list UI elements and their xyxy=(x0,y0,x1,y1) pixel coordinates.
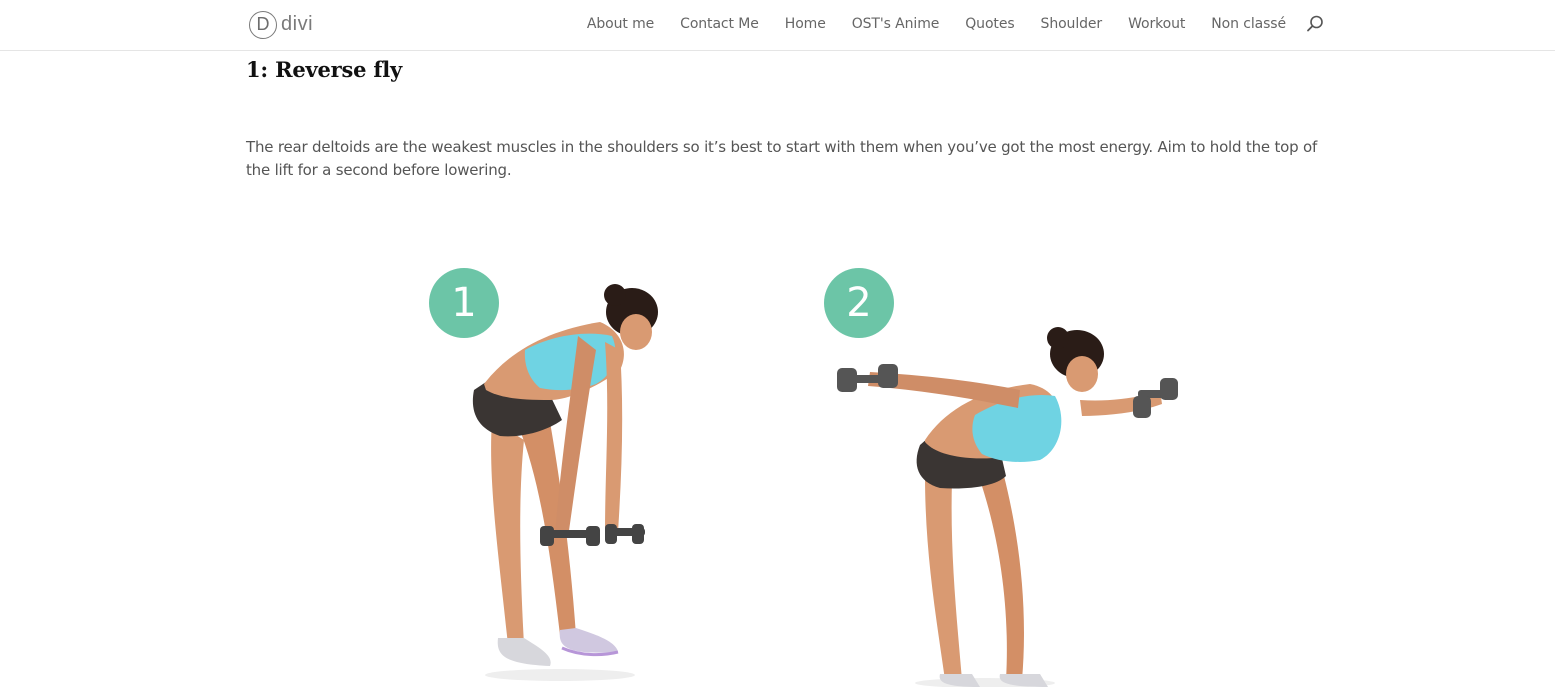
nav-item-non-classe[interactable]: Non classé xyxy=(1211,16,1286,32)
article-heading: 1: Reverse fly xyxy=(246,57,403,82)
main-nav: About me Contact Me Home OST's Anime Quo… xyxy=(587,14,1286,34)
logo-text: divi xyxy=(281,13,314,35)
site-header: D divi About me Contact Me Home OST's An… xyxy=(0,0,1555,50)
exercise-illustration: 1 2 xyxy=(400,250,1200,687)
nav-item-ost-anime[interactable]: OST's Anime xyxy=(852,16,940,32)
search-icon[interactable] xyxy=(1305,14,1325,34)
article-paragraph: The rear deltoids are the weakest muscle… xyxy=(246,138,1318,179)
figure-step-1 xyxy=(472,284,658,681)
nav-item-shoulder[interactable]: Shoulder xyxy=(1041,16,1103,32)
nav-item-home[interactable]: Home xyxy=(785,16,826,32)
nav-item-workout[interactable]: Workout xyxy=(1128,16,1185,32)
nav-item-quotes[interactable]: Quotes xyxy=(965,16,1014,32)
nav-item-contact-me[interactable]: Contact Me xyxy=(680,16,759,32)
site-logo[interactable]: D divi xyxy=(249,10,313,39)
logo-mark: D xyxy=(249,10,277,39)
exercise-figures xyxy=(472,284,1178,687)
figure-step-2 xyxy=(837,327,1178,687)
nav-item-about-me[interactable]: About me xyxy=(587,16,654,32)
